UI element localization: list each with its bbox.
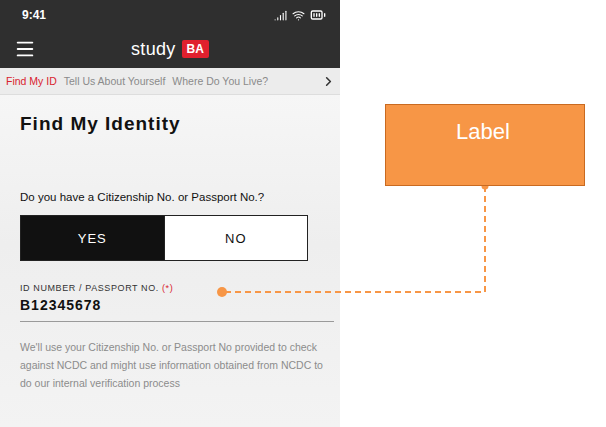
anchor-dot <box>217 287 227 297</box>
step-tab[interactable]: Where Do You Live? <box>172 75 268 87</box>
signal-icon <box>274 9 287 22</box>
field-value[interactable]: B12345678 <box>20 297 334 313</box>
form-content: Find My Identity Do you have a Citizenshi… <box>0 95 340 427</box>
status-time: 9:41 <box>22 8 46 22</box>
page-title: Find My Identity <box>20 113 320 135</box>
battery-icon <box>310 7 326 23</box>
wifi-icon <box>292 9 305 22</box>
field-label: ID NUMBER / PASSPORT NO.(*) <box>20 283 334 293</box>
brand-badge: BA <box>182 40 209 58</box>
yes-no-toggle: YESNO <box>20 215 308 261</box>
brand-logo[interactable]: study BA <box>36 39 304 60</box>
status-bar: 9:41 <box>0 0 340 30</box>
steps-next[interactable] <box>321 74 336 89</box>
dashed-line <box>224 186 485 292</box>
question-text: Do you have a Citizenship No. or Passpor… <box>20 191 320 203</box>
id-field[interactable]: ID NUMBER / PASSPORT NO.(*) B12345678 <box>20 283 334 322</box>
callout-connector <box>0 0 606 427</box>
menu-icon[interactable] <box>14 38 36 60</box>
phone-screen: 9:41 study BA Find My ID Tell Us About Yours… <box>0 0 340 427</box>
callout-box: Label <box>385 104 585 186</box>
required-mark: (*) <box>162 283 173 293</box>
step-tab[interactable]: Tell Us About Yourself <box>64 75 166 87</box>
toggle-option[interactable]: YES <box>21 216 164 260</box>
toggle-option[interactable]: NO <box>164 216 308 260</box>
annotated-screenshot: 9:41 study BA Find My ID Tell Us About Yours… <box>0 0 606 427</box>
step-tabs: Find My ID Tell Us About Yourself Where Do… <box>0 68 340 95</box>
brand-text: study <box>131 39 176 60</box>
app-header: study BA <box>0 30 340 68</box>
status-icons <box>274 7 326 23</box>
step-tab[interactable]: Find My ID <box>6 75 57 87</box>
chevron-right-icon <box>321 74 336 89</box>
helper-text: We'll use your Citizenship No. or Passpo… <box>20 338 334 392</box>
